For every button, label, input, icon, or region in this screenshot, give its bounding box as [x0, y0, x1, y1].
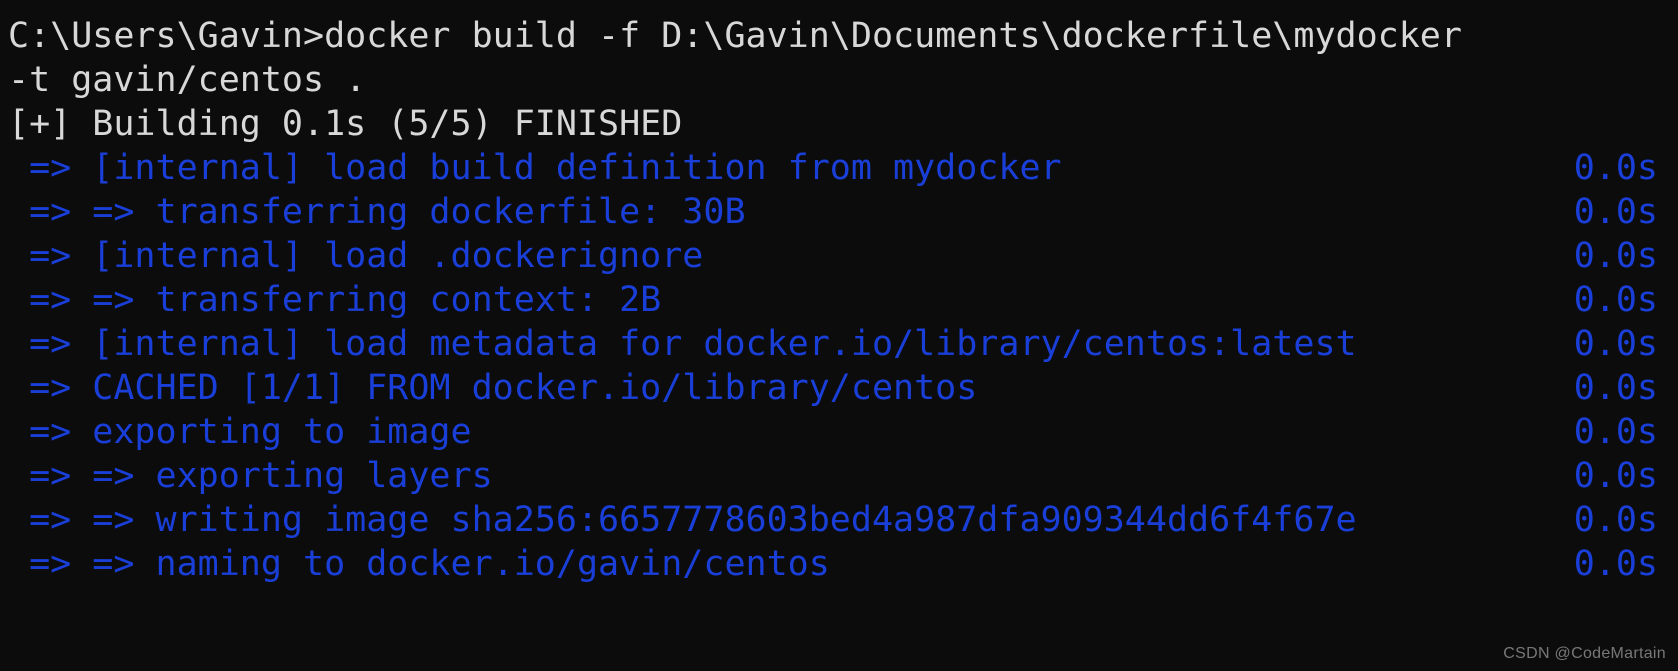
build-step-duration: 0.0s — [1573, 368, 1658, 408]
command-line: [+] Building 0.1s (5/5) FINISHED — [8, 104, 683, 144]
build-step-text: => => transferring dockerfile: 30B — [8, 192, 746, 232]
build-step-row: => exporting to image 0.0s — [0, 410, 1678, 454]
build-step-row: => => transferring context: 2B 0.0s — [0, 278, 1678, 322]
terminal-window[interactable]: C:\Users\Gavin>docker build -f D:\Gavin\… — [0, 0, 1678, 671]
build-step-duration: 0.0s — [1573, 280, 1658, 320]
build-step-duration: 0.0s — [1573, 500, 1658, 540]
build-step-row: => [internal] load metadata for docker.i… — [0, 322, 1678, 366]
watermark-label: CSDN @CodeMartain — [1503, 645, 1666, 662]
build-step-text: => => transferring context: 2B — [8, 280, 662, 320]
build-step-duration: 0.0s — [1573, 148, 1658, 188]
build-step-duration: 0.0s — [1573, 324, 1658, 364]
build-step-duration: 0.0s — [1573, 412, 1658, 452]
build-step-row: => [internal] load build definition from… — [0, 146, 1678, 190]
command-line: -t gavin/centos . — [8, 60, 367, 100]
build-step-duration: 0.0s — [1573, 236, 1658, 276]
command-output-block: C:\Users\Gavin>docker build -f D:\Gavin\… — [0, 14, 1678, 146]
build-step-text: => [internal] load metadata for docker.i… — [8, 324, 1357, 364]
build-step-row: => => writing image sha256:6657778603bed… — [0, 498, 1678, 542]
build-step-duration: 0.0s — [1573, 192, 1658, 232]
build-step-text: => CACHED [1/1] FROM docker.io/library/c… — [8, 368, 978, 408]
build-step-row: => => exporting layers 0.0s — [0, 454, 1678, 498]
build-step-text: => => exporting layers — [8, 456, 493, 496]
build-step-row: => => naming to docker.io/gavin/centos 0.… — [0, 542, 1678, 586]
command-line: C:\Users\Gavin>docker build -f D:\Gavin\… — [8, 16, 1462, 56]
build-step-text: => => writing image sha256:6657778603bed… — [8, 500, 1357, 540]
build-step-text: => [internal] load .dockerignore — [8, 236, 704, 276]
build-steps-block: => [internal] load build definition from… — [0, 146, 1678, 586]
build-step-text: => [internal] load build definition from… — [8, 148, 1062, 188]
build-step-text: => => naming to docker.io/gavin/centos — [8, 544, 830, 584]
build-step-duration: 0.0s — [1573, 456, 1658, 496]
build-step-row: => CACHED [1/1] FROM docker.io/library/c… — [0, 366, 1678, 410]
build-step-text: => exporting to image — [8, 412, 472, 452]
build-step-row: => => transferring dockerfile: 30B 0.0s — [0, 190, 1678, 234]
build-step-duration: 0.0s — [1573, 544, 1658, 584]
build-step-row: => [internal] load .dockerignore 0.0s — [0, 234, 1678, 278]
